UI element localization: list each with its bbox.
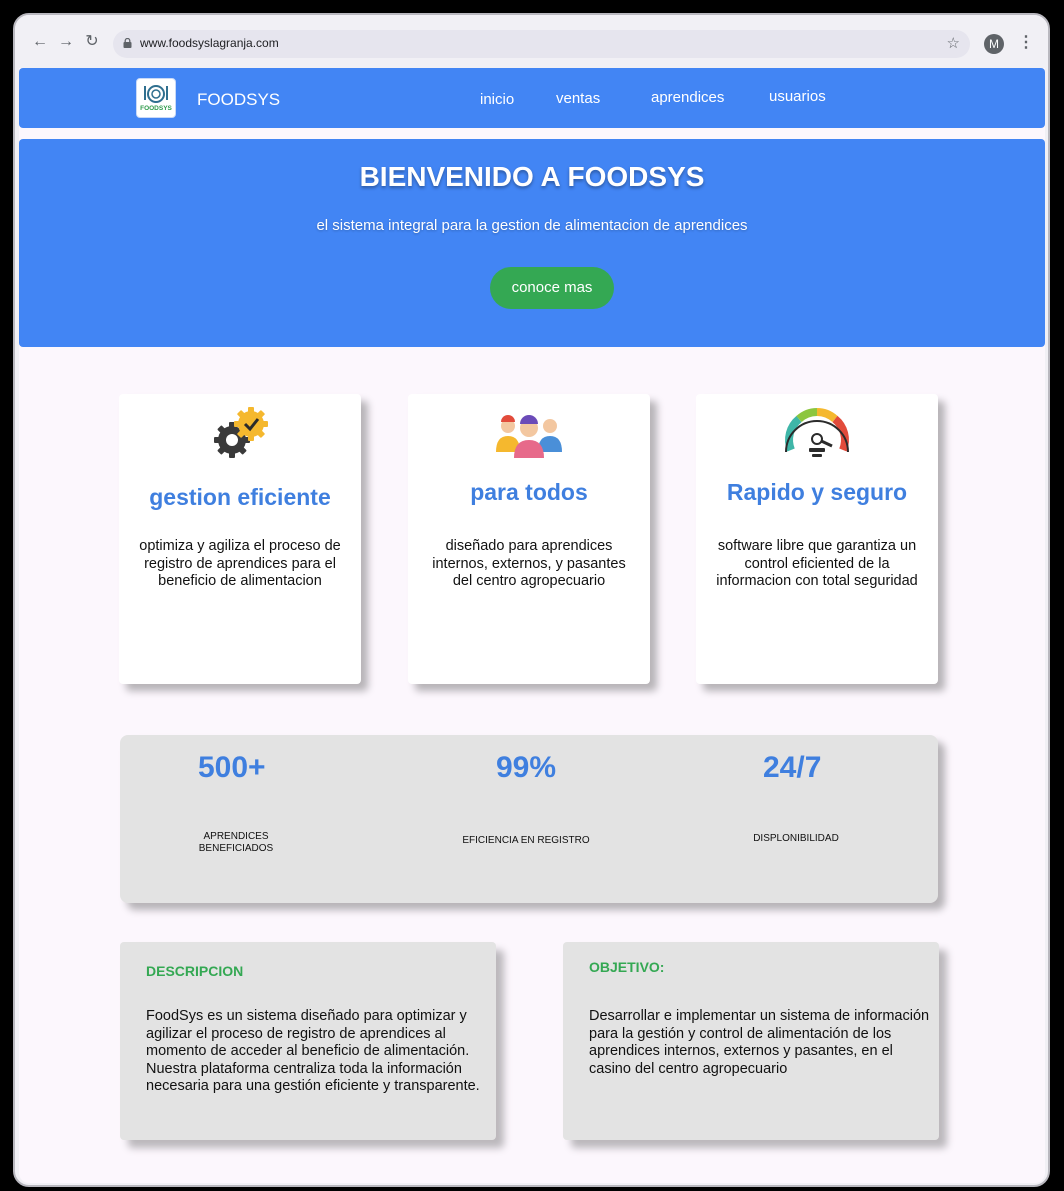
stat-value: 500+ [198,751,266,784]
logo-graphic: FOODSYS [140,85,173,112]
hero-banner: BIENVENIDO A FOODSYS el sistema integral… [19,139,1045,347]
hero-subtitle: el sistema integral para la gestion de a… [316,217,748,234]
top-navbar: FOODSYS FOODSYS inicio ventas aprendices… [19,68,1045,128]
description-text: FoodSys es un sistema diseñado para opti… [146,1008,480,1094]
hero-title: BIENVENIDO A FOODSYS [359,161,705,192]
back-arrow-icon[interactable]: ← [31,33,49,51]
stat-label: DISPLONIBILIDAD [753,833,839,844]
speedometer-icon [785,408,849,457]
gears-check-icon [214,407,268,458]
stat-label: EFICIENCIA EN REGISTRO [462,835,590,846]
description-panel: DESCRIPCION FoodSys es un sistema diseña… [120,942,496,1140]
stat-value: 99% [496,751,557,784]
objective-panel: OBJETIVO: Desarrollar e implementar un s… [563,942,939,1140]
brand-name[interactable]: FOODSYS [197,90,280,110]
feature-card: gestion eficiente optimiza y agiliza el … [119,394,361,684]
feature-title: para todos [470,479,588,505]
url-text: www.foodsyslagranja.com [140,36,279,50]
kebab-menu-icon[interactable]: ⋮ [1018,32,1034,52]
browser-window: ← → ↻ www.foodsyslagranja.com ☆ M ⋮ FOOD… [13,13,1050,1187]
nav-link-usuarios[interactable]: usuarios [769,88,826,105]
objective-text: Desarrollar e implementar un sistema de … [589,1008,930,1077]
description-heading: DESCRIPCION [146,963,244,979]
people-group-icon [496,415,562,458]
foodsys-logo[interactable]: FOODSYS [136,78,176,118]
profile-avatar[interactable]: M [984,34,1004,54]
feature-title: gestion eficiente [149,484,331,510]
page-viewport: FOODSYS FOODSYS inicio ventas aprendices… [19,68,1045,1183]
star-icon[interactable]: ☆ [947,34,960,52]
nav-link-inicio[interactable]: inicio [480,91,514,108]
objective-heading: OBJETIVO: [589,959,665,975]
feature-card: para todos diseñado para aprendices inte… [408,394,650,684]
feature-text: software libre que garantiza un control … [716,538,918,589]
reload-icon[interactable]: ↻ [83,33,101,51]
feature-title: Rapido y seguro [726,479,908,505]
logo-text: FOODSYS [140,105,172,112]
forward-arrow-icon[interactable]: → [57,33,75,51]
feature-text: optimiza y agiliza el proceso de registr… [139,538,341,589]
nav-link-aprendices[interactable]: aprendices [651,89,724,106]
browser-toolbar: ← → ↻ www.foodsyslagranja.com ☆ M ⋮ [15,15,1048,67]
stats-panel: 500+ APRENDICES BENEFICIADOS 99% EFICIEN… [120,735,938,903]
address-bar[interactable]: www.foodsyslagranja.com ☆ [113,30,970,58]
stat-label: APRENDICES BENEFICIADOS [198,831,274,854]
lock-icon [123,38,132,48]
feature-card: Rapido y seguro software libre que garan… [696,394,938,684]
conoce-mas-button[interactable]: conoce mas [490,267,614,309]
feature-text: diseñado para aprendices internos, exter… [432,538,626,589]
nav-link-ventas[interactable]: ventas [556,90,600,107]
stat-value: 24/7 [763,751,822,784]
